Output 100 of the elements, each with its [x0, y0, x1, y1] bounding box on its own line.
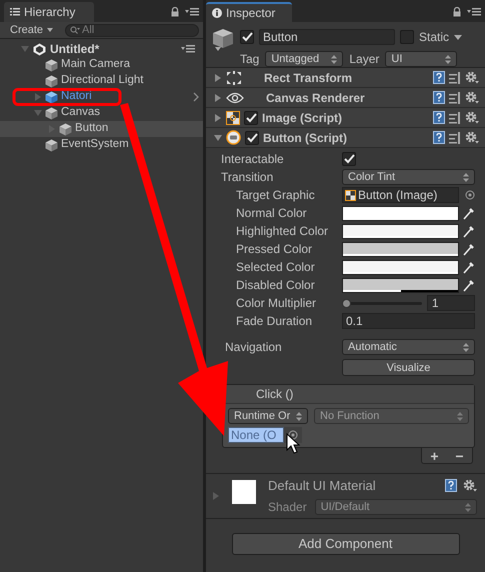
hierarchy-row[interactable]: Directional Light	[0, 73, 203, 89]
help-book-icon[interactable]	[433, 111, 445, 124]
help-book-icon[interactable]	[433, 91, 445, 104]
add-button[interactable]: +	[430, 448, 439, 462]
updown-arrows-icon	[465, 502, 471, 512]
gear-icon[interactable]	[465, 91, 479, 104]
info-icon	[212, 8, 222, 18]
shader-dropdown[interactable]: UI/Default	[314, 499, 477, 516]
layer-dropdown[interactable]: UI	[385, 51, 458, 67]
updown-arrows-icon	[331, 54, 338, 64]
transition-dropdown[interactable]: Color Tint	[342, 169, 475, 185]
property-label: Fade Duration	[235, 313, 314, 330]
eyedropper-icon[interactable]	[463, 224, 475, 238]
color-swatch[interactable]	[342, 224, 459, 238]
visualize-button[interactable]: Visualize	[342, 358, 475, 376]
color-swatch[interactable]	[342, 278, 459, 292]
hierarchy-row[interactable]: Button	[0, 121, 203, 137]
component-header[interactable]: Image (Script)	[206, 108, 485, 128]
sliders-icon[interactable]	[449, 112, 461, 124]
property-label: Normal Color	[235, 205, 308, 222]
component-header[interactable]: Rect Transform	[206, 68, 485, 88]
create-dropdown[interactable]: Create	[4, 22, 60, 38]
shader-label: Shader	[268, 499, 307, 516]
hierarchy-row[interactable]: Main Camera	[0, 57, 203, 73]
object-field[interactable]: Button (Image)	[342, 187, 459, 203]
checkbox[interactable]	[240, 30, 254, 44]
checkbox[interactable]	[245, 130, 259, 144]
number-field[interactable]: 1	[426, 295, 475, 311]
hierarchy-row[interactable]: Canvas	[0, 105, 203, 121]
menu-icon[interactable]	[467, 8, 481, 16]
object-field[interactable]: None (O	[228, 427, 284, 443]
collapsed-arrow-icon[interactable]	[214, 94, 222, 102]
gear-icon[interactable]	[465, 111, 479, 124]
remove-button[interactable]: −	[455, 448, 464, 462]
updown-arrows-icon	[457, 412, 463, 420]
add-component-button[interactable]: Add Component	[232, 533, 460, 555]
help-book-icon[interactable]	[433, 131, 445, 144]
event-title: Click ()	[256, 386, 294, 403]
collapsed-arrow-icon[interactable]	[214, 74, 222, 82]
gear-icon[interactable]	[463, 479, 477, 492]
checkbox[interactable]	[342, 152, 356, 166]
hierarchy-tab[interactable]: Hierarchy	[4, 2, 94, 22]
color-swatch[interactable]	[342, 206, 459, 220]
scene-name[interactable]: Untitled*	[50, 40, 177, 58]
cube-icon	[45, 58, 58, 72]
move-arrows-icon	[226, 70, 242, 84]
help-book-icon[interactable]	[433, 71, 445, 84]
runtime-dropdown[interactable]: Runtime Or	[228, 408, 308, 424]
eyedropper-icon[interactable]	[463, 260, 475, 274]
image-icon	[345, 190, 356, 200]
property-label: Navigation	[224, 339, 283, 356]
updown-arrows-icon	[445, 54, 452, 64]
function-dropdown[interactable]: No Function	[314, 408, 469, 424]
component-header[interactable]: Canvas Renderer	[206, 88, 485, 108]
slider-thumb[interactable]	[342, 298, 351, 308]
search-field[interactable]: All	[65, 24, 199, 36]
collapsed-arrow-icon[interactable]	[214, 114, 222, 122]
updown-arrows-icon	[463, 172, 469, 182]
eyedropper-icon[interactable]	[463, 242, 475, 256]
component-header[interactable]: Button (Script)	[206, 128, 485, 148]
lock-icon[interactable]	[171, 7, 179, 17]
sliders-icon[interactable]	[449, 72, 461, 84]
help-book-icon[interactable]	[445, 479, 457, 492]
hierarchy-row[interactable]: Natori	[0, 89, 203, 105]
chevron-right-icon[interactable]	[193, 92, 199, 102]
property-label: Highlighted Color	[235, 223, 330, 240]
checkbox[interactable]	[400, 30, 414, 44]
gear-icon[interactable]	[465, 131, 479, 144]
inspector-tab[interactable]: Inspector	[206, 2, 292, 22]
menu-icon[interactable]	[185, 8, 199, 16]
menu-icon[interactable]	[181, 45, 195, 53]
caret-icon[interactable]	[454, 34, 462, 40]
sliders-icon[interactable]	[449, 132, 461, 144]
checkbox[interactable]	[244, 110, 258, 124]
updown-arrows-icon	[463, 342, 469, 352]
cube-icon[interactable]	[212, 28, 234, 52]
eyedropper-icon[interactable]	[463, 278, 475, 292]
expanded-arrow-icon[interactable]	[214, 134, 222, 142]
navigation-dropdown[interactable]: Automatic	[342, 339, 475, 355]
tag-label: Tag	[240, 51, 260, 68]
hierarchy-row[interactable]: EventSystem	[0, 137, 203, 153]
number-field[interactable]: 0.1	[342, 313, 475, 329]
property-label: Transition	[220, 169, 274, 186]
color-swatch[interactable]	[342, 242, 459, 256]
name-field[interactable]: Button	[259, 29, 395, 45]
property-label: Pressed Color	[235, 241, 314, 258]
sliders-icon[interactable]	[449, 92, 461, 104]
property-label: Color Multiplier	[235, 295, 318, 312]
eyedropper-icon[interactable]	[463, 206, 475, 220]
lock-icon[interactable]	[453, 7, 461, 17]
ok-badge-icon	[226, 130, 241, 145]
gear-icon[interactable]	[465, 71, 479, 84]
material-preview	[232, 480, 256, 504]
search-icon	[70, 26, 80, 34]
cube-icon	[59, 122, 72, 136]
cube-icon	[45, 106, 58, 120]
color-swatch[interactable]	[342, 260, 459, 274]
tag-dropdown[interactable]: Untagged	[265, 51, 344, 67]
static-label: Static	[419, 29, 450, 46]
object-picker-icon[interactable]	[288, 430, 298, 440]
